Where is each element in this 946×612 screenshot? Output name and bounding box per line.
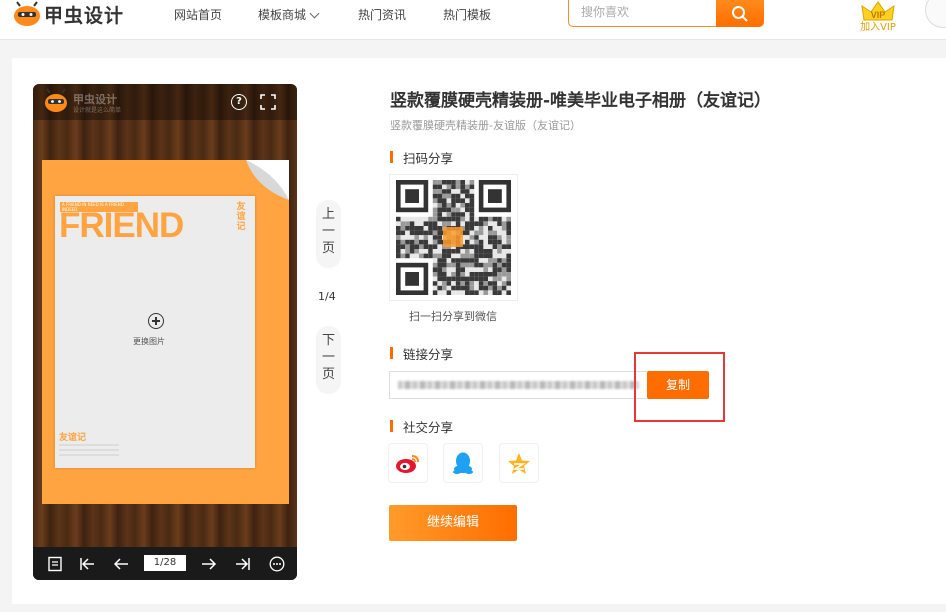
search-input[interactable]: 搜你喜欢 xyxy=(568,0,718,27)
catalog-icon[interactable] xyxy=(47,556,63,572)
blurred-link xyxy=(398,381,639,389)
nav-template-store[interactable]: 模板商城 xyxy=(258,6,320,23)
add-image-icon[interactable] xyxy=(148,313,164,329)
page-indicator[interactable]: 1/28 xyxy=(144,555,186,571)
qq-share-button[interactable] xyxy=(443,443,483,483)
cover-bottom-title: 友谊记 xyxy=(59,433,87,443)
prev-char: 一 xyxy=(321,224,335,239)
preview-brand-subtitle: 设计就是这么简单 xyxy=(73,107,122,114)
continue-edit-button[interactable]: 继续编辑 xyxy=(389,505,517,541)
qr-code-image xyxy=(396,180,511,295)
next-page-button[interactable]: 下 一 页 xyxy=(316,326,341,394)
beetle-mascot-icon xyxy=(45,88,67,112)
weibo-icon xyxy=(396,455,419,473)
preview-toolbar: 1/28 xyxy=(33,547,297,580)
next-char: 一 xyxy=(321,350,335,365)
chevron-down-icon xyxy=(309,8,320,19)
product-title: 竖款覆膜硬壳精装册-唯美毕业电子相册（友谊记） xyxy=(390,91,772,111)
help-icon[interactable]: ? xyxy=(231,94,247,110)
cover-vertical-text: 友谊记 xyxy=(236,202,246,232)
highlight-box xyxy=(634,352,725,422)
cover-text-lines xyxy=(59,444,119,459)
nav-home[interactable]: 网站首页 xyxy=(174,6,222,23)
next-page-icon[interactable] xyxy=(201,556,217,572)
last-page-icon[interactable] xyxy=(235,556,251,572)
prev-page-icon[interactable] xyxy=(113,556,129,572)
search-icon xyxy=(732,5,748,22)
next-char: 下 xyxy=(321,333,335,348)
nav-hot-news[interactable]: 热门资讯 xyxy=(358,6,406,23)
first-page-icon[interactable] xyxy=(79,556,95,572)
qzone-share-button[interactable] xyxy=(499,443,539,483)
page-curl[interactable] xyxy=(246,160,289,200)
more-icon[interactable] xyxy=(269,556,285,572)
qr-code xyxy=(389,174,518,301)
logo-text: 甲虫设计 xyxy=(44,4,125,27)
prev-char: 上 xyxy=(321,207,335,222)
cover-photo-area[interactable]: A FRIEND IN NEED IS A FRIEND INDEED FRIE… xyxy=(55,196,255,468)
search-button[interactable] xyxy=(716,0,764,27)
prev-page-button[interactable]: 上 一 页 xyxy=(316,200,341,268)
weibo-share-button[interactable] xyxy=(388,443,428,483)
avatar[interactable] xyxy=(925,0,946,28)
preview-top-bar: 甲虫设计 设计就是这么简单 ? xyxy=(33,84,297,120)
fullscreen-icon[interactable] xyxy=(260,94,276,110)
replace-image-label[interactable]: 更换图片 xyxy=(133,336,165,347)
top-header: 甲虫设计 网站首页 模板商城 热门资讯 热门模板 搜你喜欢 VIP 加入VIP xyxy=(0,0,946,40)
nav-template-store-label: 模板商城 xyxy=(258,8,307,22)
share-link-field[interactable] xyxy=(389,371,647,399)
cover-title: FRIEND xyxy=(59,206,184,245)
social-share-heading: 社交分享 xyxy=(390,417,453,436)
site-logo[interactable]: 甲虫设计 xyxy=(12,0,124,28)
qzone-star-icon xyxy=(508,452,530,474)
nav-hot-templates[interactable]: 热门模板 xyxy=(443,6,491,23)
album-preview-phone: 甲虫设计 设计就是这么简单 ? A FRIEND IN NEED IS A FR… xyxy=(33,84,297,580)
vip-label: 加入VIP xyxy=(860,22,896,33)
product-subtitle: 竖款覆膜硬壳精装册-友谊版（友谊记） xyxy=(390,119,581,132)
page-count: 1/4 xyxy=(318,290,336,303)
beetle-mascot-icon xyxy=(14,1,40,26)
prev-char: 页 xyxy=(321,241,335,256)
qr-share-heading: 扫码分享 xyxy=(390,148,453,167)
qr-caption: 扫一扫分享到微信 xyxy=(409,310,497,323)
next-char: 页 xyxy=(321,367,335,382)
qq-penguin-icon xyxy=(453,452,473,474)
join-vip-button[interactable]: VIP 加入VIP xyxy=(856,0,900,33)
link-share-heading: 链接分享 xyxy=(390,344,453,363)
